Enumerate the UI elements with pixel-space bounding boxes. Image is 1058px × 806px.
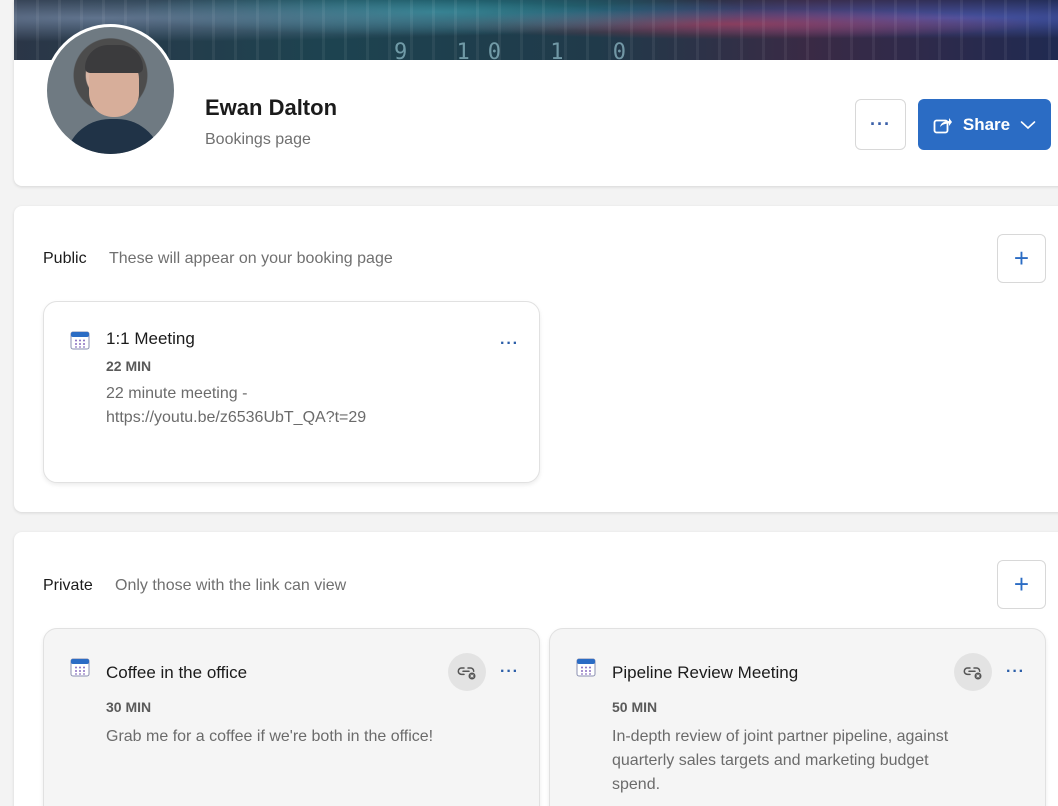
calendar-icon — [70, 658, 90, 677]
card-duration: 50 MIN — [612, 699, 658, 715]
profile-header: 9 10 1 0 Ewan Dalton Bookings page ··· S… — [14, 0, 1058, 186]
card-description: 22 minute meeting - — [106, 385, 248, 402]
add-icon: + — [1013, 569, 1030, 599]
share-icon — [933, 117, 952, 133]
service-card-1-1-meeting[interactable]: 1:1 Meeting 22 MIN 22 minute meeting - h… — [43, 301, 540, 483]
section-title-private: Private — [43, 577, 93, 594]
calendar-icon — [576, 658, 596, 677]
card-title: Coffee in the office — [106, 663, 248, 682]
share-button[interactable]: Share — [918, 99, 1051, 150]
card-title: Pipeline Review Meeting — [612, 663, 799, 682]
add-private-service-button[interactable]: + — [997, 560, 1046, 609]
card-description-link: https://youtu.be/z6536UbT_QA?t=29 — [106, 409, 367, 426]
card-duration: 22 MIN — [106, 358, 152, 374]
public-section: Public These will appear on your booking… — [14, 206, 1058, 512]
chevron-down-icon — [1020, 120, 1036, 129]
link-icon — [963, 667, 982, 680]
card-description: In-depth review of joint partner pipelin… — [612, 728, 949, 745]
banner-digits: 9 10 1 0 — [394, 40, 644, 65]
profile-name: Ewan Dalton — [205, 95, 338, 120]
link-icon — [457, 667, 476, 680]
copy-link-button[interactable] — [954, 653, 992, 691]
profile-subtitle: Bookings page — [205, 131, 311, 148]
calendar-icon — [70, 331, 90, 350]
service-card-pipeline-review[interactable]: Pipeline Review Meeting 50 MIN In-depth … — [549, 628, 1046, 806]
add-icon: + — [1013, 243, 1030, 273]
card-description-line3: spend. — [612, 776, 661, 793]
section-description-private: Only those with the link can view — [115, 577, 347, 594]
more-icon: ··· — [870, 114, 891, 134]
card-more-button[interactable]: ··· — [500, 335, 519, 353]
add-public-service-button[interactable]: + — [997, 234, 1046, 283]
section-title-public: Public — [43, 250, 87, 267]
service-card-coffee[interactable]: Coffee in the office 30 MIN Grab me for … — [43, 628, 540, 806]
card-description-line2: quarterly sales targets and marketing bu… — [612, 752, 929, 769]
section-description-public: These will appear on your booking page — [109, 250, 393, 267]
card-duration: 30 MIN — [106, 699, 152, 715]
card-more-button[interactable]: ··· — [1006, 663, 1025, 681]
card-title: 1:1 Meeting — [106, 329, 195, 348]
card-description: Grab me for a coffee if we're both in th… — [106, 728, 434, 745]
copy-link-button[interactable] — [448, 653, 486, 691]
avatar-shirt — [65, 119, 162, 154]
avatar-hair — [85, 45, 143, 73]
private-section: Private Only those with the link can vie… — [14, 532, 1058, 806]
more-options-button[interactable]: ··· — [855, 99, 906, 150]
avatar — [44, 24, 177, 157]
card-more-button[interactable]: ··· — [500, 663, 519, 681]
share-label: Share — [962, 114, 1011, 134]
